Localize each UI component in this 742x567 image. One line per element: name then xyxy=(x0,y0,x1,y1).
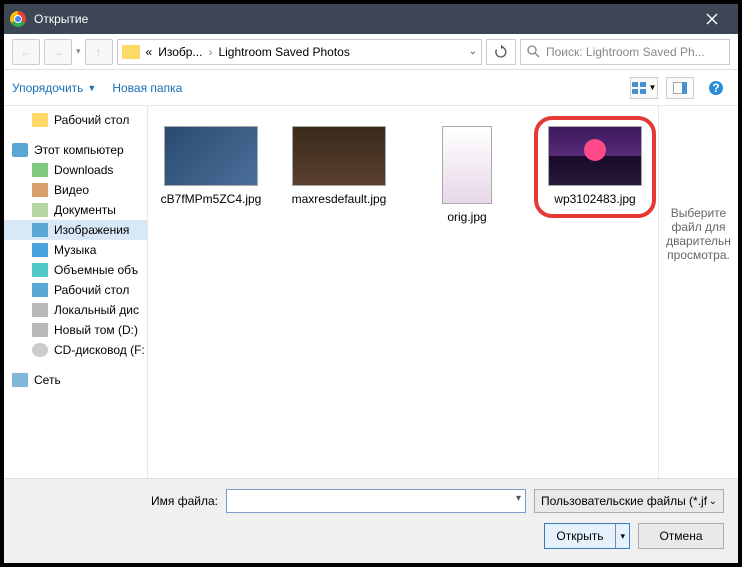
filename-input[interactable] xyxy=(226,489,526,513)
tree-desktop[interactable]: Рабочий стол xyxy=(4,110,147,130)
footer: Имя файла: Пользовательские файлы (*.jf … xyxy=(4,478,738,563)
file-name: cB7fMPm5ZC4.jpg xyxy=(161,192,262,208)
breadcrumb[interactable]: « Изобр... › Lightroom Saved Photos ⌄ xyxy=(117,39,482,65)
thumbnail xyxy=(548,126,642,186)
preview-pane: Выберите файл для дварительн просмотра. xyxy=(658,106,738,478)
file-type-select[interactable]: Пользовательские файлы (*.jf ⌄ xyxy=(534,489,724,513)
tree-documents[interactable]: Документы xyxy=(4,200,147,220)
breadcrumb-dropdown-icon[interactable]: ⌄ xyxy=(469,46,477,57)
tree-new-volume[interactable]: Новый том (D:) xyxy=(4,320,147,340)
thumbnail xyxy=(164,126,258,186)
tree-cd-drive[interactable]: CD-дисковод (F: xyxy=(4,340,147,360)
new-folder-button[interactable]: Новая папка xyxy=(112,81,182,95)
file-item[interactable]: cB7fMPm5ZC4.jpg xyxy=(156,122,266,212)
preview-pane-button[interactable] xyxy=(666,77,694,99)
breadcrumb-prev[interactable]: « xyxy=(144,45,155,59)
navbar: ← → ▾ ↑ « Изобр... › Lightroom Saved Pho… xyxy=(4,34,738,70)
up-button[interactable]: ↑ xyxy=(85,39,113,65)
drive-icon xyxy=(32,323,48,337)
file-list: cB7fMPm5ZC4.jpg maxresdefault.jpg orig.j… xyxy=(148,106,658,478)
document-icon xyxy=(32,203,48,217)
tree-local-disk[interactable]: Локальный дис xyxy=(4,300,147,320)
drive-icon xyxy=(32,303,48,317)
file-item[interactable]: maxresdefault.jpg xyxy=(284,122,394,212)
breadcrumb-item[interactable]: Изобр... xyxy=(156,45,204,59)
search-icon xyxy=(527,45,540,58)
file-item-highlighted[interactable]: wp3102483.jpg xyxy=(540,122,650,212)
video-icon xyxy=(32,183,48,197)
thumbnail xyxy=(292,126,386,186)
filename-label: Имя файла: xyxy=(18,494,218,508)
chrome-icon xyxy=(10,11,26,27)
thumbnail xyxy=(442,126,492,204)
tree-this-pc[interactable]: Этот компьютер xyxy=(4,140,147,160)
preview-placeholder: Выберите файл для дварительн просмотра. xyxy=(663,206,734,262)
sidebar: Рабочий стол Этот компьютер Downloads Ви… xyxy=(4,106,148,478)
body: Рабочий стол Этот компьютер Downloads Ви… xyxy=(4,106,738,478)
close-button[interactable] xyxy=(692,4,732,34)
pc-icon xyxy=(12,143,28,157)
tree-video[interactable]: Видео xyxy=(4,180,147,200)
file-name: orig.jpg xyxy=(447,210,486,226)
file-item[interactable]: orig.jpg xyxy=(412,122,522,230)
open-dialog: Открытие ← → ▾ ↑ « Изобр... › Lightroom … xyxy=(0,0,742,567)
desktop-icon xyxy=(32,283,48,297)
cd-icon xyxy=(32,343,48,357)
search-input[interactable]: Поиск: Lightroom Saved Ph... xyxy=(520,39,730,65)
image-icon xyxy=(32,223,48,237)
titlebar: Открытие xyxy=(4,4,738,34)
file-name: maxresdefault.jpg xyxy=(292,192,387,208)
breadcrumb-item[interactable]: Lightroom Saved Photos xyxy=(216,45,351,59)
window-title: Открытие xyxy=(34,12,692,26)
recent-dropdown-icon[interactable]: ▾ xyxy=(76,46,81,57)
chevron-right-icon: › xyxy=(206,45,214,59)
chevron-down-icon: ▼ xyxy=(87,83,96,93)
folder-icon xyxy=(32,113,48,127)
chevron-down-icon: ▼ xyxy=(649,83,657,92)
tree-downloads[interactable]: Downloads xyxy=(4,160,147,180)
tree-3d-objects[interactable]: Объемные объ xyxy=(4,260,147,280)
search-placeholder: Поиск: Lightroom Saved Ph... xyxy=(546,45,705,59)
back-button[interactable]: ← xyxy=(12,39,40,65)
download-icon xyxy=(32,163,48,177)
svg-text:?: ? xyxy=(712,81,719,95)
chevron-down-icon: ⌄ xyxy=(709,496,717,507)
help-button[interactable]: ? xyxy=(702,77,730,99)
cube-icon xyxy=(32,263,48,277)
view-mode-button[interactable]: ▼ xyxy=(630,77,658,99)
open-button[interactable]: Открыть xyxy=(544,523,630,549)
cancel-button[interactable]: Отмена xyxy=(638,523,724,549)
content: cB7fMPm5ZC4.jpg maxresdefault.jpg orig.j… xyxy=(148,106,738,478)
tree-music[interactable]: Музыка xyxy=(4,240,147,260)
refresh-button[interactable] xyxy=(486,39,516,65)
tree-images[interactable]: Изображения xyxy=(4,220,147,240)
organize-menu[interactable]: Упорядочить ▼ xyxy=(12,81,96,95)
tree-desktop2[interactable]: Рабочий стол xyxy=(4,280,147,300)
network-icon xyxy=(12,373,28,387)
folder-icon xyxy=(122,45,140,59)
file-name: wp3102483.jpg xyxy=(554,192,635,208)
music-icon xyxy=(32,243,48,257)
tree-network[interactable]: Сеть xyxy=(4,370,147,390)
toolbar: Упорядочить ▼ Новая папка ▼ ? xyxy=(4,70,738,106)
forward-button[interactable]: → xyxy=(44,39,72,65)
